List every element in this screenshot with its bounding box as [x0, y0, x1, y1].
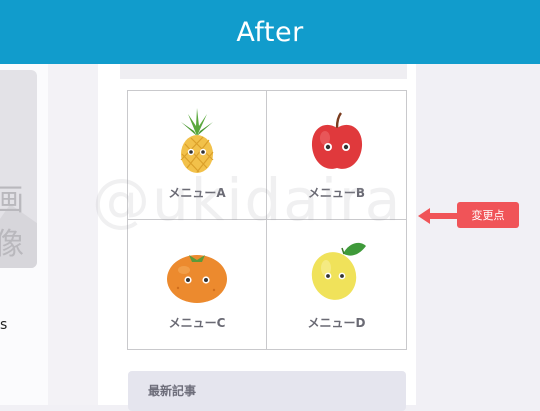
menu-item-a[interactable]: メニューA	[128, 91, 267, 220]
gutter	[48, 64, 98, 405]
orange-icon	[167, 255, 227, 303]
thumbnail-text: 画像	[0, 183, 24, 262]
recent-posts-widget: 最新記事	[128, 371, 406, 411]
menu-item-label: メニューB	[307, 186, 366, 200]
menu-item-c[interactable]: メニューC	[128, 220, 267, 349]
apple-icon	[311, 112, 362, 169]
menu-item-label: メニューC	[168, 316, 226, 330]
menu-item-label: メニューD	[307, 316, 366, 330]
change-callout: 変更点	[457, 202, 519, 228]
menu-item-label: メニューA	[168, 186, 226, 200]
pineapple-icon	[180, 108, 214, 173]
menu-item-b[interactable]: メニューB	[267, 91, 406, 220]
section-top-bar	[120, 64, 407, 79]
lemon-icon	[311, 242, 366, 300]
recent-posts-title: 最新記事	[148, 384, 197, 398]
menu-item-d[interactable]: メニューD	[267, 220, 406, 349]
arrow-left-icon	[418, 208, 458, 224]
page-header: After	[0, 0, 540, 64]
left-article-thumbnail[interactable]: 画像	[0, 70, 37, 268]
header-title: After	[236, 16, 304, 48]
callout-label: 変更点	[471, 209, 505, 222]
left-edge-text: s	[0, 317, 8, 333]
menu-grid: メニューA メニューB メニューC メニューD	[127, 90, 407, 350]
